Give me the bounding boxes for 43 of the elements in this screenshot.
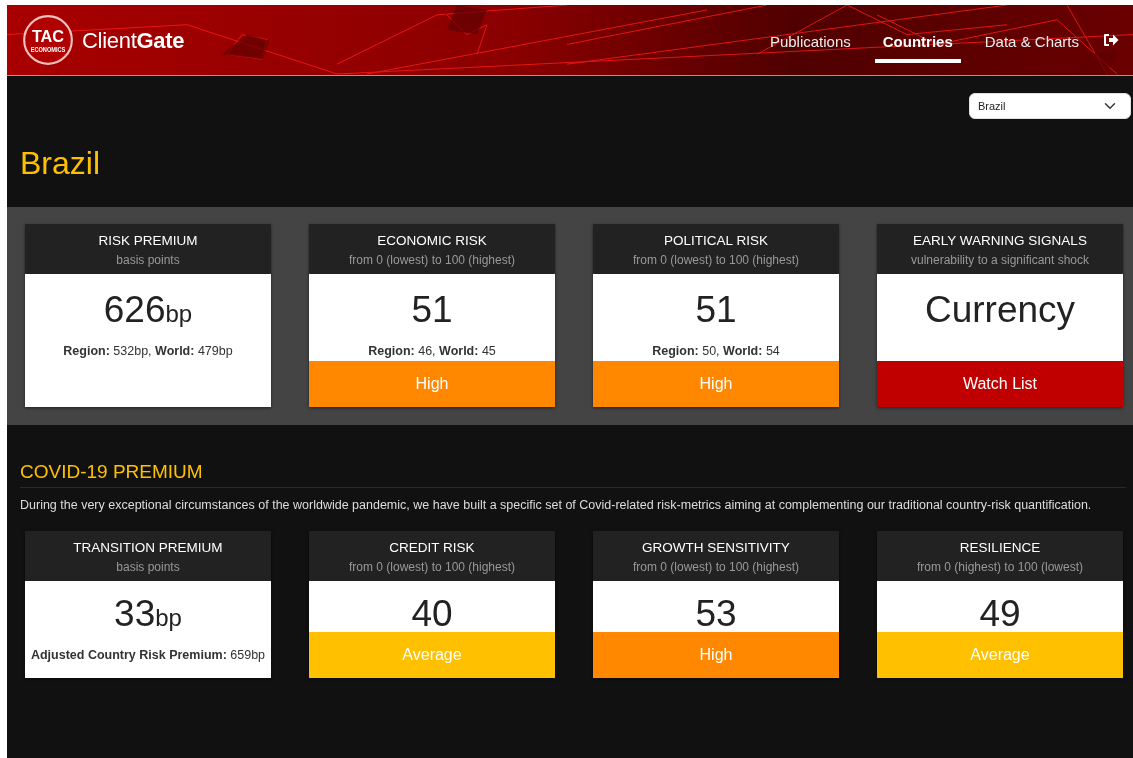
metric-value: 40 <box>410 595 454 633</box>
card-title: CREDIT RISK <box>388 538 476 557</box>
brand-name[interactable]: ClientGate <box>82 23 185 57</box>
card-title: POLITICAL RISK <box>663 232 769 250</box>
card-title: RESILIENCE <box>958 538 1042 557</box>
metric-note: Adjusted Country Risk Premium: 659bp <box>29 647 267 665</box>
rating-bar: Average <box>877 632 1123 679</box>
card-subtitle: from 0 (lowest) to 100 (highest) <box>347 559 517 577</box>
card-title: RISK PREMIUM <box>97 232 199 250</box>
metric-note: Region: 50, World: 54 <box>651 343 781 361</box>
country-select[interactable]: Brazil <box>969 93 1131 119</box>
card-subtitle: vulnerability to a significant shock <box>909 252 1091 270</box>
rating-bar: Average <box>309 632 555 679</box>
card-subtitle: from 0 (lowest) to 100 (highest) <box>347 252 517 270</box>
nav-tab[interactable]: Data & Charts <box>976 17 1087 63</box>
metric-note: Region: 532bp, World: 479bp <box>62 343 234 361</box>
metric-value: 51 <box>410 291 454 329</box>
card-title: GROWTH SENSITIVITY <box>641 538 791 557</box>
rating-bar: High <box>309 361 555 407</box>
card-subtitle: from 0 (lowest) to 100 (highest) <box>631 252 801 270</box>
metric-value: 53 <box>694 595 738 633</box>
metric-note: Region: 46, World: 45 <box>367 343 497 361</box>
metric-value: Currency <box>923 291 1077 329</box>
card-subtitle: basis points <box>115 559 181 577</box>
nav-tab[interactable]: Publications <box>761 17 859 63</box>
logout-icon[interactable] <box>1103 33 1119 47</box>
card-subtitle: basis points <box>115 252 181 270</box>
metric-value: 49 <box>978 595 1022 633</box>
card-subtitle: from 0 (highest) to 100 (lowest) <box>915 559 1085 577</box>
card-subtitle: from 0 (lowest) to 100 (highest) <box>631 559 801 577</box>
rating-bar: High <box>593 632 839 679</box>
card-title: ECONOMIC RISK <box>376 232 488 250</box>
page-title: Brazil <box>20 144 100 183</box>
section-heading: COVID-19 PREMIUM <box>20 461 1126 488</box>
metric-value: 626bp <box>102 291 194 329</box>
rating-bar: High <box>593 361 839 407</box>
card-title: EARLY WARNING SIGNALS <box>912 232 1088 250</box>
nav-tab[interactable]: Countries <box>874 17 961 63</box>
metric-value: 51 <box>694 291 738 329</box>
card-title: TRANSITION PREMIUM <box>72 538 224 557</box>
section-description: During the very exceptional circumstances of the worldwide pandemic, we have built a specific set of Covid-related risk-metrics aiming at complementing our traditional country-risk quantification. <box>20 496 1093 514</box>
rating-bar: Watch List <box>877 361 1123 407</box>
metric-value: 33bp <box>113 595 183 633</box>
